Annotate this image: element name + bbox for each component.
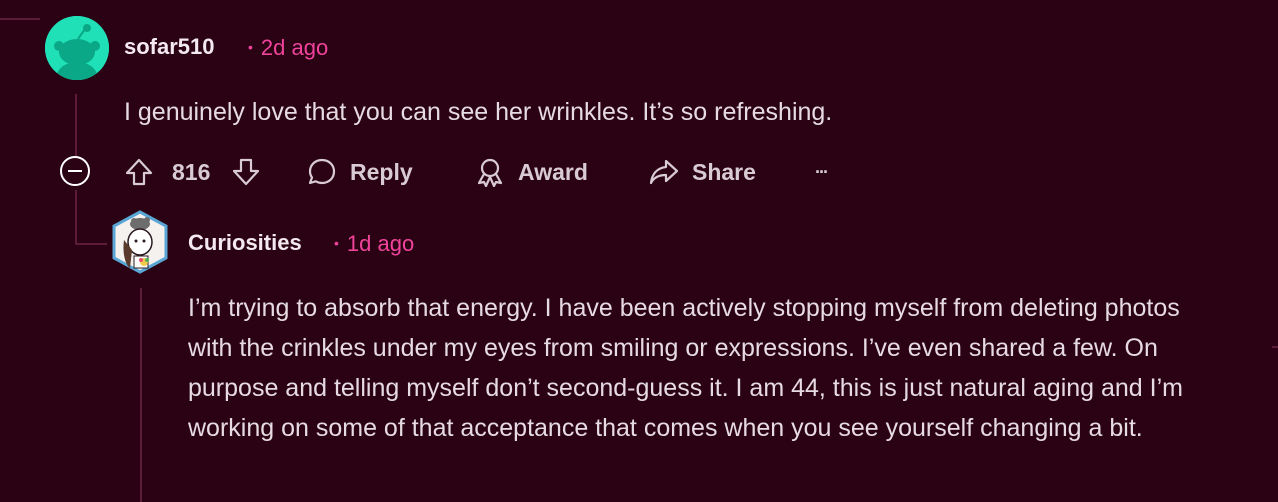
username[interactable]: Curiosities	[188, 230, 302, 256]
timestamp: • 1d ago	[334, 231, 414, 257]
award-icon	[477, 158, 503, 188]
award-button[interactable]: Award	[474, 156, 588, 188]
reply-label: Reply	[350, 158, 413, 185]
thread-line[interactable]	[140, 288, 142, 502]
upvote-icon	[125, 158, 153, 186]
share-button[interactable]: Share	[648, 156, 756, 188]
timestamp: • 2d ago	[248, 35, 328, 61]
comment-thread: sofar510 • 2d ago I genuinely love that y…	[0, 0, 1278, 502]
thread-line	[0, 18, 40, 20]
upvote-button[interactable]	[124, 156, 154, 188]
share-label: Share	[692, 158, 756, 185]
downvote-icon	[232, 158, 260, 186]
avatar[interactable]	[110, 210, 170, 274]
username[interactable]: sofar510	[124, 34, 215, 60]
comment-bubble-icon	[308, 158, 336, 185]
reply-button[interactable]: Reply	[306, 156, 413, 188]
avatar[interactable]	[45, 16, 109, 80]
thread-connector	[75, 243, 107, 245]
comment-body: I genuinely love that you can see her wr…	[124, 98, 833, 126]
timestamp-text[interactable]: 2d ago	[261, 35, 328, 60]
collapse-thread-button[interactable]	[60, 156, 90, 186]
share-icon	[649, 159, 679, 185]
award-label: Award	[518, 158, 588, 185]
divider	[1272, 346, 1278, 348]
separator-dot: •	[334, 235, 339, 251]
thread-line[interactable]	[75, 94, 77, 158]
thread-line[interactable]	[75, 190, 77, 245]
separator-dot: •	[248, 39, 253, 55]
custom-avatar-icon	[112, 210, 168, 274]
timestamp-text[interactable]: 1d ago	[347, 231, 414, 256]
downvote-button[interactable]	[231, 156, 261, 188]
snoo-avatar-icon	[45, 16, 109, 80]
more-options-button[interactable]: ···	[815, 156, 829, 188]
vote-count: 816	[172, 158, 211, 185]
comment-body: I’m trying to absorb that energy. I have…	[188, 294, 1183, 442]
more-options-icon: ···	[815, 161, 829, 182]
